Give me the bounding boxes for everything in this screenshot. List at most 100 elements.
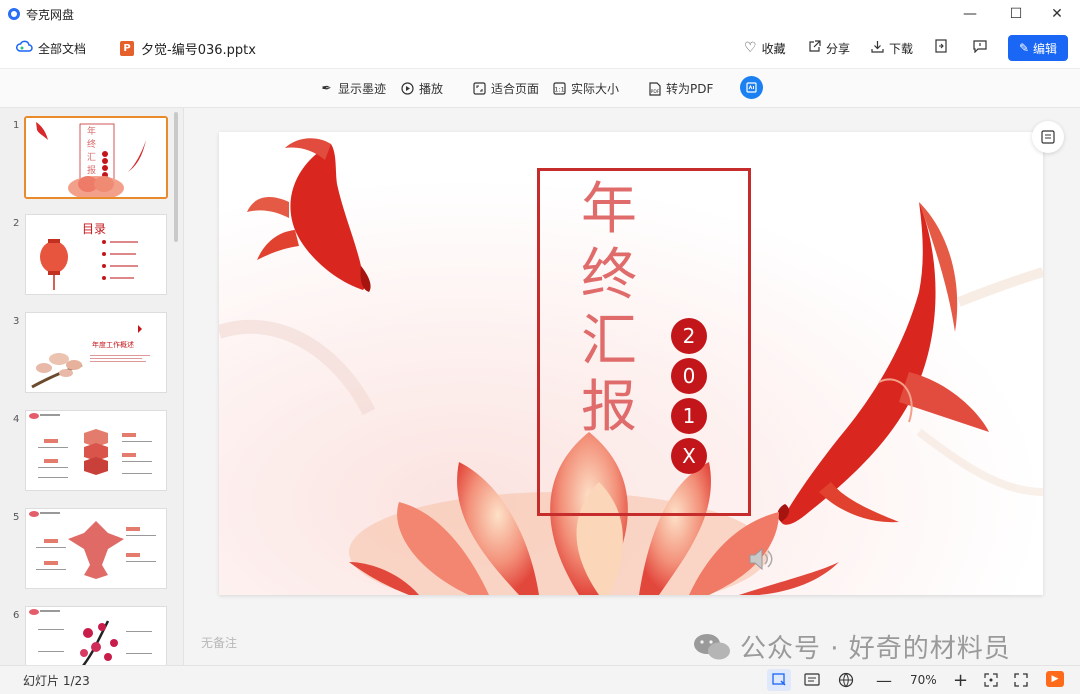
download-label: 下载 bbox=[889, 41, 914, 56]
play-label: 播放 bbox=[419, 81, 444, 96]
one-to-one-icon: 1:1 bbox=[553, 81, 566, 95]
ai-doc-icon bbox=[746, 82, 757, 93]
thumb-number: 2 bbox=[13, 218, 20, 229]
fit-page-icon bbox=[473, 81, 486, 95]
wechat-watermark: 公众号 · 好奇的材料员 bbox=[692, 628, 1011, 665]
cloud-icon bbox=[16, 39, 33, 57]
play-button[interactable]: 播放 bbox=[401, 69, 443, 107]
slide-counter: 幻灯片 1/23 bbox=[23, 673, 90, 688]
show-ink-label: 显示墨迹 bbox=[338, 81, 387, 96]
convert-pdf-button[interactable]: PDF 转为PDF bbox=[648, 69, 713, 107]
ai-assistant-button[interactable] bbox=[740, 76, 763, 99]
thumb-title: 目录 bbox=[82, 222, 107, 236]
download-icon bbox=[871, 40, 884, 57]
title-bar: 夸克网盘 bbox=[0, 0, 1080, 28]
fullscreen-button[interactable] bbox=[1011, 670, 1031, 690]
status-bar: 幻灯片 1/23 — 70% + bbox=[0, 665, 1080, 694]
thumb-number: 6 bbox=[13, 610, 20, 621]
maximize-button[interactable]: ☐ bbox=[993, 0, 1039, 28]
watermark-text: 公众号 · 好奇的材料员 bbox=[740, 634, 1011, 664]
web-view-button[interactable] bbox=[836, 669, 856, 691]
comment-button[interactable] bbox=[973, 28, 992, 68]
share-label: 分享 bbox=[826, 41, 851, 56]
fit-window-button[interactable] bbox=[981, 670, 1001, 690]
normal-view-button[interactable] bbox=[767, 669, 791, 691]
view-toolbar: ✒ 显示墨迹 播放 适合页面 1:1 实际大小 PDF 转为PDF bbox=[0, 69, 1080, 108]
all-docs-link[interactable]: 全部文档 bbox=[16, 28, 86, 68]
app-title: 夸克网盘 bbox=[26, 7, 75, 22]
title-char: 报 bbox=[581, 375, 637, 440]
svg-text:1:1: 1:1 bbox=[554, 85, 564, 93]
share-icon bbox=[808, 39, 821, 57]
actual-size-label: 实际大小 bbox=[571, 81, 620, 96]
file-tab: P 夕觉-编号036.pptx bbox=[120, 28, 256, 68]
slide-thumbnail-3[interactable]: 年度工作概述 bbox=[25, 312, 167, 393]
convert-pdf-label: 转为PDF bbox=[666, 81, 714, 96]
notes-view-button[interactable] bbox=[802, 669, 822, 691]
file-name: 夕觉-编号036.pptx bbox=[141, 42, 256, 58]
year-digit: 2 bbox=[671, 318, 707, 354]
all-docs-label: 全部文档 bbox=[38, 41, 87, 56]
thumb-number: 4 bbox=[13, 414, 20, 425]
slide-thumbnail-4[interactable] bbox=[25, 410, 167, 491]
minimize-button[interactable]: — bbox=[947, 0, 993, 28]
favorite-button[interactable]: ♡ 收藏 bbox=[744, 28, 786, 68]
play-icon: ▶ bbox=[1051, 674, 1059, 684]
title-char: 汇 bbox=[581, 309, 637, 374]
open-external-icon bbox=[935, 39, 947, 57]
comment-icon bbox=[973, 39, 987, 57]
normal-view-icon bbox=[772, 673, 786, 686]
header-bar: 全部文档 P 夕觉-编号036.pptx ♡ 收藏 分享 下载 bbox=[0, 28, 1080, 69]
globe-icon bbox=[838, 672, 854, 688]
speaker-notes[interactable]: 无备注 bbox=[201, 634, 237, 651]
fit-page-button[interactable]: 适合页面 bbox=[473, 69, 539, 107]
thumb-title: 年终汇报 bbox=[87, 127, 97, 176]
year-digit: 0 bbox=[671, 358, 707, 394]
actual-size-button[interactable]: 1:1 实际大小 bbox=[553, 69, 619, 107]
title-char: 年 bbox=[581, 177, 637, 242]
sidebar-scrollbar[interactable] bbox=[174, 112, 178, 242]
thumb-number: 3 bbox=[13, 316, 20, 327]
feather-icon: ✒ bbox=[321, 80, 332, 95]
fit-page-label: 适合页面 bbox=[491, 81, 540, 96]
edit-label: 编辑 bbox=[1033, 41, 1058, 56]
title-frame bbox=[537, 168, 751, 516]
zoom-level: 70% bbox=[910, 673, 937, 687]
zoom-out-button[interactable]: — bbox=[876, 666, 892, 694]
show-ink-button[interactable]: ✒ 显示墨迹 bbox=[320, 69, 386, 107]
pdf-icon: PDF bbox=[648, 81, 661, 96]
svg-text:PDF: PDF bbox=[651, 89, 660, 95]
panel-icon bbox=[1041, 130, 1055, 144]
play-circle-icon bbox=[401, 81, 414, 95]
share-button[interactable]: 分享 bbox=[808, 28, 850, 68]
title-char: 终 bbox=[581, 243, 637, 308]
side-panel-toggle-button[interactable] bbox=[1032, 121, 1064, 153]
slide-thumbnail-6[interactable] bbox=[25, 606, 167, 665]
open-external-button[interactable] bbox=[935, 28, 952, 68]
quark-logo-icon bbox=[8, 8, 20, 20]
zoom-in-button[interactable]: + bbox=[953, 666, 968, 694]
close-button[interactable]: ✕ bbox=[1034, 0, 1080, 28]
thumb-number: 1 bbox=[13, 120, 20, 131]
fullscreen-icon bbox=[1014, 673, 1028, 687]
thumb-title: 年度工作概述 bbox=[92, 341, 134, 349]
slide-thumbnail-2[interactable]: 目录 bbox=[25, 214, 167, 295]
fit-window-icon bbox=[984, 673, 998, 687]
slideshow-play-button[interactable]: ▶ bbox=[1046, 671, 1064, 687]
year-digit: 1 bbox=[671, 398, 707, 434]
slide-thumbnail-panel: 1 年终汇报 2 目录 3 年度工作概述 4 5 6 bbox=[0, 108, 184, 665]
year-digit: X bbox=[671, 438, 707, 474]
heart-icon: ♡ bbox=[744, 40, 757, 56]
pencil-icon: ✎ bbox=[1018, 41, 1030, 55]
notes-icon bbox=[804, 673, 820, 686]
edit-button[interactable]: ✎ 编辑 bbox=[1008, 35, 1068, 61]
thumb-number: 5 bbox=[13, 512, 20, 523]
current-slide: 年 终 汇 报 2 0 1 X bbox=[219, 132, 1043, 595]
download-button[interactable]: 下载 bbox=[871, 28, 913, 68]
pptx-file-icon: P bbox=[120, 40, 134, 56]
audio-speaker-icon[interactable] bbox=[746, 544, 776, 574]
wechat-icon bbox=[694, 633, 730, 659]
favorite-label: 收藏 bbox=[761, 41, 786, 56]
slide-thumbnail-5[interactable] bbox=[25, 508, 167, 589]
slide-thumbnail-1[interactable]: 年终汇报 bbox=[24, 116, 168, 199]
